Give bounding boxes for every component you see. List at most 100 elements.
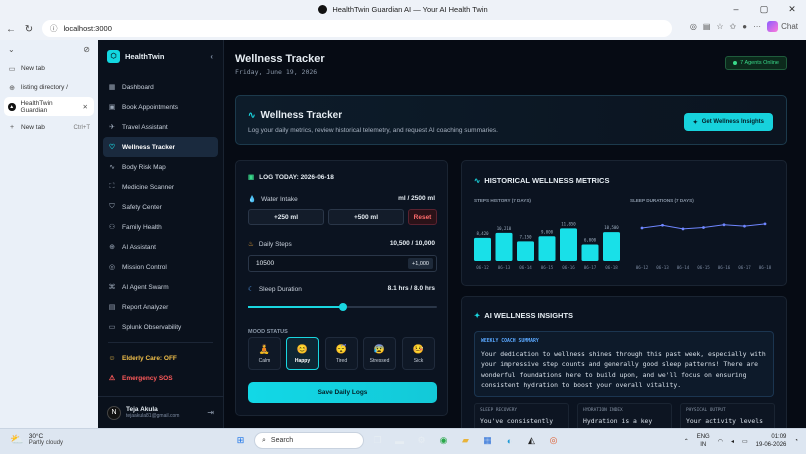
- steps-x-tick: 06-17: [584, 265, 597, 270]
- shield-icon: ⛉: [109, 203, 115, 210]
- tab-listing-directory[interactable]: ⊕ listing directory /: [0, 78, 98, 97]
- steps-bar: [474, 237, 491, 261]
- add-250-button[interactable]: +250 ml: [248, 209, 324, 225]
- site-info-icon[interactable]: ⓘ: [50, 23, 58, 34]
- sidebar-item-ai-agent-swarm[interactable]: ⌘ AI Agent Swarm: [103, 277, 218, 297]
- chrome-icon[interactable]: ◉: [435, 432, 452, 449]
- clock[interactable]: 01:09 19-06-2026: [756, 433, 787, 449]
- location-icon[interactable]: ◎: [690, 22, 697, 31]
- sidebar-item-report-analyzer[interactable]: ▤ Report Analyzer: [103, 297, 218, 317]
- elderly-care-toggle[interactable]: ☺ Elderly Care: OFF: [103, 348, 218, 368]
- sidebar-item-medicine-scanner[interactable]: ⛶ Medicine Scanner: [103, 177, 218, 197]
- browser-app-icon[interactable]: ◎: [545, 432, 562, 449]
- add-1000-button[interactable]: +1,000: [408, 258, 433, 269]
- mood-stressed[interactable]: 😰 Stressed: [363, 337, 396, 370]
- taskbar-search[interactable]: ⌕ Search: [254, 432, 364, 449]
- sidebar-item-label: Mission Control: [122, 263, 167, 271]
- sleep-slider-handle[interactable]: [338, 303, 347, 311]
- logout-icon[interactable]: ⇥: [207, 408, 214, 417]
- sidebar-item-dashboard[interactable]: ▦ Dashboard: [103, 77, 218, 97]
- mood-calm[interactable]: 🧘 Calm: [248, 337, 281, 370]
- file-explorer-icon[interactable]: ▰: [457, 432, 474, 449]
- sidebar-item-mission-control[interactable]: ◎ Mission Control: [103, 257, 218, 277]
- emergency-sos-button[interactable]: ⚠ Emergency SOS: [103, 368, 218, 388]
- chevron-up-icon[interactable]: ⌃: [684, 438, 689, 445]
- sidebar-item-travel-assistant[interactable]: ✈ Travel Assistant: [103, 117, 218, 137]
- hero-banner: ∿ Wellness Tracker Log your daily metric…: [235, 95, 787, 145]
- user-email: tejaakula81@gmail.com: [126, 413, 180, 419]
- bookmark-star-icon[interactable]: ☆: [716, 22, 723, 31]
- pin-panel-icon[interactable]: ⊘: [83, 45, 90, 54]
- sleep-slider[interactable]: [248, 303, 437, 311]
- browser-actions: ◎ ▤ ☆ ✩ ● ··· Chat: [690, 21, 798, 32]
- minimize-icon[interactable]: –: [722, 0, 750, 18]
- document-icon: ▤: [108, 304, 116, 311]
- coach-label: WEEKLY COACH SUMMARY: [481, 339, 539, 344]
- back-icon[interactable]: ←: [2, 20, 20, 38]
- tab-label: HealthTwin Guardian: [20, 99, 53, 114]
- new-tab-button[interactable]: + New tab Ctrl+T: [0, 118, 98, 137]
- sidebar-item-ai-assistant[interactable]: ⊕ AI Assistant: [103, 237, 218, 257]
- settings-gear-icon[interactable]: ⚙: [413, 432, 430, 449]
- sidebar-item-body-risk-map[interactable]: ∿ Body Risk Map: [103, 157, 218, 177]
- add-500-button[interactable]: +500 ml: [328, 209, 404, 225]
- copilot-chat-button[interactable]: Chat: [767, 21, 798, 32]
- pulse-icon: ∿: [109, 164, 115, 171]
- mood-tired[interactable]: 😴 Tired: [325, 337, 358, 370]
- save-daily-logs-button[interactable]: Save Daily Logs: [248, 382, 437, 403]
- tab-healthtwin[interactable]: ▲ HealthTwin Guardian ✕: [4, 97, 94, 116]
- mood-label-text: Happy: [294, 357, 311, 364]
- store-icon[interactable]: ▦: [479, 432, 496, 449]
- tab-new-tab[interactable]: ▭ New tab: [0, 59, 98, 78]
- ai-insights-card: ✦ AI WELLNESS INSIGHTS WEEKLY COACH SUMM…: [461, 296, 787, 428]
- notifications-icon[interactable]: ◔: [794, 438, 798, 444]
- favorites-icon[interactable]: ✩: [730, 22, 737, 31]
- collapse-sidebar-icon[interactable]: ‹: [210, 52, 213, 61]
- address-bar[interactable]: ⓘ localhost:3000: [42, 20, 672, 37]
- tabs-header: ⌄ ⊘: [0, 40, 98, 58]
- sidebar-item-splunk-observability[interactable]: ▭ Splunk Observability: [103, 317, 218, 337]
- sleep-point: [681, 227, 685, 231]
- battery-icon[interactable]: ▭: [742, 438, 748, 445]
- network-icon: ⌘: [108, 284, 116, 291]
- sidebar-item-wellness-tracker[interactable]: ♡ Wellness Tracker: [103, 137, 218, 157]
- sleep-value: 8.1 hrs / 8.0 hrs: [387, 285, 435, 292]
- close-tab-icon[interactable]: ✕: [83, 103, 88, 111]
- profile-icon[interactable]: ●: [742, 22, 747, 31]
- sidebar-item-safety-center[interactable]: ⛉ Safety Center: [103, 197, 218, 217]
- reader-icon[interactable]: ▤: [703, 22, 711, 31]
- edge-icon[interactable]: ◐: [501, 432, 518, 449]
- mood-happy[interactable]: 😊 Happy: [286, 337, 319, 370]
- wifi-icon[interactable]: ◠: [718, 438, 723, 445]
- calendar-icon: ▣: [108, 104, 116, 111]
- mood-sick[interactable]: 🤒 Sick: [402, 337, 435, 370]
- sleep-point: [661, 223, 664, 227]
- maximize-icon[interactable]: ▢: [750, 0, 778, 18]
- reset-water-button[interactable]: Reset: [408, 209, 437, 225]
- dev-tool-icon[interactable]: ◭: [523, 432, 540, 449]
- collapse-tabs-icon[interactable]: ⌄: [8, 45, 15, 54]
- close-window-icon[interactable]: ✕: [778, 0, 806, 18]
- grid-icon: ▦: [108, 84, 116, 91]
- globe-icon: ⊕: [9, 84, 15, 92]
- language-indicator[interactable]: ENG IN: [697, 433, 710, 449]
- get-insights-button[interactable]: ✦ Get Wellness Insights: [683, 113, 773, 131]
- steps-input[interactable]: 10500 +1,000: [248, 255, 437, 272]
- mood-label-text: Tired: [335, 357, 348, 364]
- weather-widget[interactable]: ⛅ 30°C Partly cloudy: [10, 433, 63, 446]
- terminal-icon[interactable]: ▬: [391, 432, 408, 449]
- reload-icon[interactable]: ↻: [20, 20, 38, 38]
- task-view-icon[interactable]: ❐: [369, 432, 386, 449]
- sidebar-item-book-appointments[interactable]: ▣ Book Appointments: [103, 97, 218, 117]
- sidebar-item-label: Medicine Scanner: [122, 183, 175, 191]
- sidebar-item-family-health[interactable]: ⚇ Family Health: [103, 217, 218, 237]
- sidebar-item-label: Safety Center: [122, 203, 162, 211]
- brand: ⬡ HealthTwin ‹: [98, 42, 223, 70]
- steps-label-row: ♨ Daily Steps: [248, 240, 292, 249]
- sleep-point: [702, 226, 705, 229]
- more-icon[interactable]: ···: [753, 22, 761, 31]
- volume-icon[interactable]: ◂: [731, 438, 734, 445]
- avatar[interactable]: N: [107, 405, 121, 420]
- mood-emoji: 🧘: [258, 343, 271, 354]
- windows-start-icon[interactable]: ⊞: [232, 432, 249, 449]
